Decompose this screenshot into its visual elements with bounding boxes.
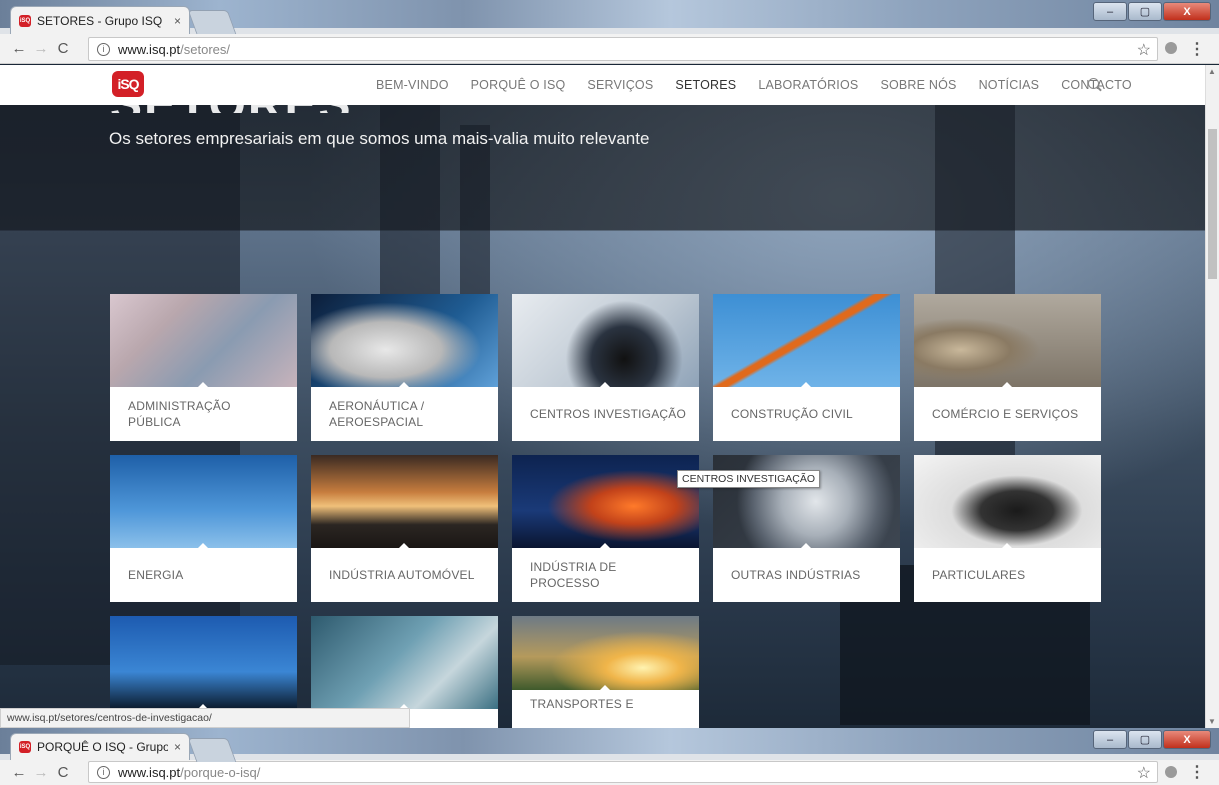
menu-noticias[interactable]: NOTÍCIAS <box>979 78 1040 92</box>
forward-arrow-icon[interactable]: → <box>30 40 52 57</box>
sector-label: ENERGIA <box>128 568 184 582</box>
menu-setores[interactable]: SETORES <box>675 78 736 92</box>
bookmark-star-icon[interactable]: ☆ <box>1137 40 1151 60</box>
sector-card-comercio-servicos[interactable]: COMÉRCIO E SERVIÇOS <box>914 294 1101 441</box>
url-path: /porque-o-isq/ <box>180 764 261 780</box>
sector-image <box>512 294 699 387</box>
menu-bem-vindo[interactable]: BEM-VINDO <box>376 78 449 92</box>
sector-label: CENTROS INVESTIGAÇÃO <box>530 407 687 421</box>
title-bar: iSQ PORQUÊ O ISQ - Grupo I × – ▢ X <box>0 728 1219 762</box>
window-controls: – ▢ X <box>1093 730 1211 749</box>
address-toolbar: ← → C i www.isq.pt/porque-o-isq/ ☆ ⋮ <box>0 760 1219 785</box>
sector-card-industria-processo[interactable]: INDÚSTRIA DE PROCESSO <box>512 455 699 602</box>
sector-image <box>914 294 1101 387</box>
back-arrow-icon[interactable]: ← <box>8 764 30 781</box>
window-controls: – ▢ X <box>1093 2 1211 21</box>
tab-title: SETORES - Grupo ISQ <box>37 13 163 28</box>
sector-image <box>512 616 699 690</box>
page-subtitle: Os setores empresariais em que somos uma… <box>109 129 650 148</box>
new-tab-button[interactable] <box>187 738 237 762</box>
reload-icon[interactable]: C <box>52 40 74 57</box>
sector-image <box>512 455 699 548</box>
browser-window-setores: iSQ SETORES - Grupo ISQ × – ▢ X ← → C i … <box>0 0 1219 728</box>
site-header: iSQ BEM-VINDO PORQUÊ O ISQ SERVIÇOS SETO… <box>0 65 1205 105</box>
isq-logo[interactable]: iSQ <box>112 71 144 97</box>
tab-porque-o-isq[interactable]: iSQ PORQUÊ O ISQ - Grupo I × <box>10 733 190 760</box>
sector-image <box>110 294 297 387</box>
sector-label: ADMINISTRAÇÃO PÚBLICA <box>128 399 231 429</box>
page-scrollbar[interactable]: ▲ ▼ <box>1205 65 1219 728</box>
sector-card-centros-investigacao[interactable]: CENTROS INVESTIGAÇÃO <box>512 294 699 441</box>
browser-menu-icon[interactable]: ⋮ <box>1189 762 1205 782</box>
tab-close-icon[interactable]: × <box>174 14 181 28</box>
page-viewport: iSQ BEM-VINDO PORQUÊ O ISQ SERVIÇOS SETO… <box>0 65 1205 728</box>
back-arrow-icon[interactable]: ← <box>8 40 30 57</box>
tab-setores[interactable]: iSQ SETORES - Grupo ISQ × <box>10 6 190 34</box>
address-bar[interactable]: i www.isq.pt/setores/ <box>88 37 1158 61</box>
menu-servicos[interactable]: SERVIÇOS <box>587 78 653 92</box>
tab-close-icon[interactable]: × <box>174 740 181 754</box>
sector-label: INDÚSTRIA DE PROCESSO <box>530 560 617 590</box>
sector-image <box>110 616 297 709</box>
bookmark-star-icon[interactable]: ☆ <box>1137 763 1151 783</box>
sector-image <box>713 294 900 387</box>
tooltip: CENTROS INVESTIGAÇÃO <box>677 470 821 488</box>
sector-card-transportes[interactable]: TRANSPORTES E <box>512 616 699 728</box>
sector-card-industria-automovel[interactable]: INDÚSTRIA AUTOMÓVEL <box>311 455 498 602</box>
address-toolbar: ← → C i www.isq.pt/setores/ ☆ ⋮ <box>0 34 1219 64</box>
sector-image <box>311 294 498 387</box>
tab-title: PORQUÊ O ISQ - Grupo I <box>37 740 168 754</box>
isq-favicon-icon: iSQ <box>19 741 31 753</box>
maximize-button[interactable]: ▢ <box>1128 2 1162 21</box>
sector-label: CONSTRUÇÃO CIVIL <box>731 407 853 421</box>
close-window-button[interactable]: X <box>1163 2 1211 21</box>
menu-laboratorios[interactable]: LABORATÓRIOS <box>758 78 858 92</box>
menu-porque-o-isq[interactable]: PORQUÊ O ISQ <box>471 78 566 92</box>
isq-favicon-icon: iSQ <box>19 14 31 27</box>
bg-pipe-2 <box>460 125 490 295</box>
scroll-thumb[interactable] <box>1208 129 1217 279</box>
status-url-bar: www.isq.pt/setores/centros-de-investigac… <box>0 708 410 728</box>
url-path: /setores/ <box>180 41 230 57</box>
sector-image <box>110 455 297 548</box>
sector-card-particulares[interactable]: PARTICULARES <box>914 455 1101 602</box>
sector-label: COMÉRCIO E SERVIÇOS <box>932 407 1079 421</box>
url-host: www.isq.pt <box>118 41 181 57</box>
sector-image <box>713 455 900 548</box>
close-window-button[interactable]: X <box>1163 730 1211 749</box>
new-tab-button[interactable] <box>187 10 237 34</box>
sector-image <box>311 455 498 548</box>
address-bar[interactable]: i www.isq.pt/porque-o-isq/ <box>88 761 1158 783</box>
sector-image <box>914 455 1101 548</box>
sector-card-aeronautica[interactable]: AERONÁUTICA / AEROESPACIAL <box>311 294 498 441</box>
menu-sobre-nos[interactable]: SOBRE NÓS <box>880 78 956 92</box>
sector-card-construcao-civil[interactable]: CONSTRUÇÃO CIVIL <box>713 294 900 441</box>
scroll-down-arrow-icon[interactable]: ▼ <box>1208 717 1216 726</box>
sector-label: PARTICULARES <box>932 568 1026 582</box>
page-title: SETORES <box>110 105 353 113</box>
extension-icon[interactable] <box>1165 766 1177 778</box>
info-icon[interactable]: i <box>97 765 110 779</box>
search-icon[interactable] <box>1088 78 1099 89</box>
browser-menu-icon[interactable]: ⋮ <box>1189 39 1205 59</box>
minimize-button[interactable]: – <box>1093 2 1127 21</box>
forward-arrow-icon[interactable]: → <box>30 764 52 781</box>
extension-icon[interactable] <box>1165 42 1177 54</box>
info-icon[interactable]: i <box>97 42 110 56</box>
reload-icon[interactable]: C <box>52 764 74 781</box>
sector-label: AERONÁUTICA / AEROESPACIAL <box>329 399 425 429</box>
sector-card-energia[interactable]: ENERGIA <box>110 455 297 602</box>
sector-label: TRANSPORTES E <box>530 697 634 711</box>
scroll-up-arrow-icon[interactable]: ▲ <box>1208 67 1216 76</box>
minimize-button[interactable]: – <box>1093 730 1127 749</box>
sector-card-administracao-publica[interactable]: ADMINISTRAÇÃO PÚBLICA <box>110 294 297 441</box>
main-menu: BEM-VINDO PORQUÊ O ISQ SERVIÇOS SETORES … <box>376 65 1132 105</box>
maximize-button[interactable]: ▢ <box>1128 730 1162 749</box>
browser-window-porque-o-isq: iSQ PORQUÊ O ISQ - Grupo I × – ▢ X ← → C… <box>0 728 1219 785</box>
sector-label: INDÚSTRIA AUTOMÓVEL <box>329 568 475 582</box>
title-bar: iSQ SETORES - Grupo ISQ × – ▢ X <box>0 0 1219 34</box>
url-host: www.isq.pt <box>118 764 181 780</box>
sector-image <box>311 616 498 709</box>
sector-label: OUTRAS INDÚSTRIAS <box>731 568 861 582</box>
